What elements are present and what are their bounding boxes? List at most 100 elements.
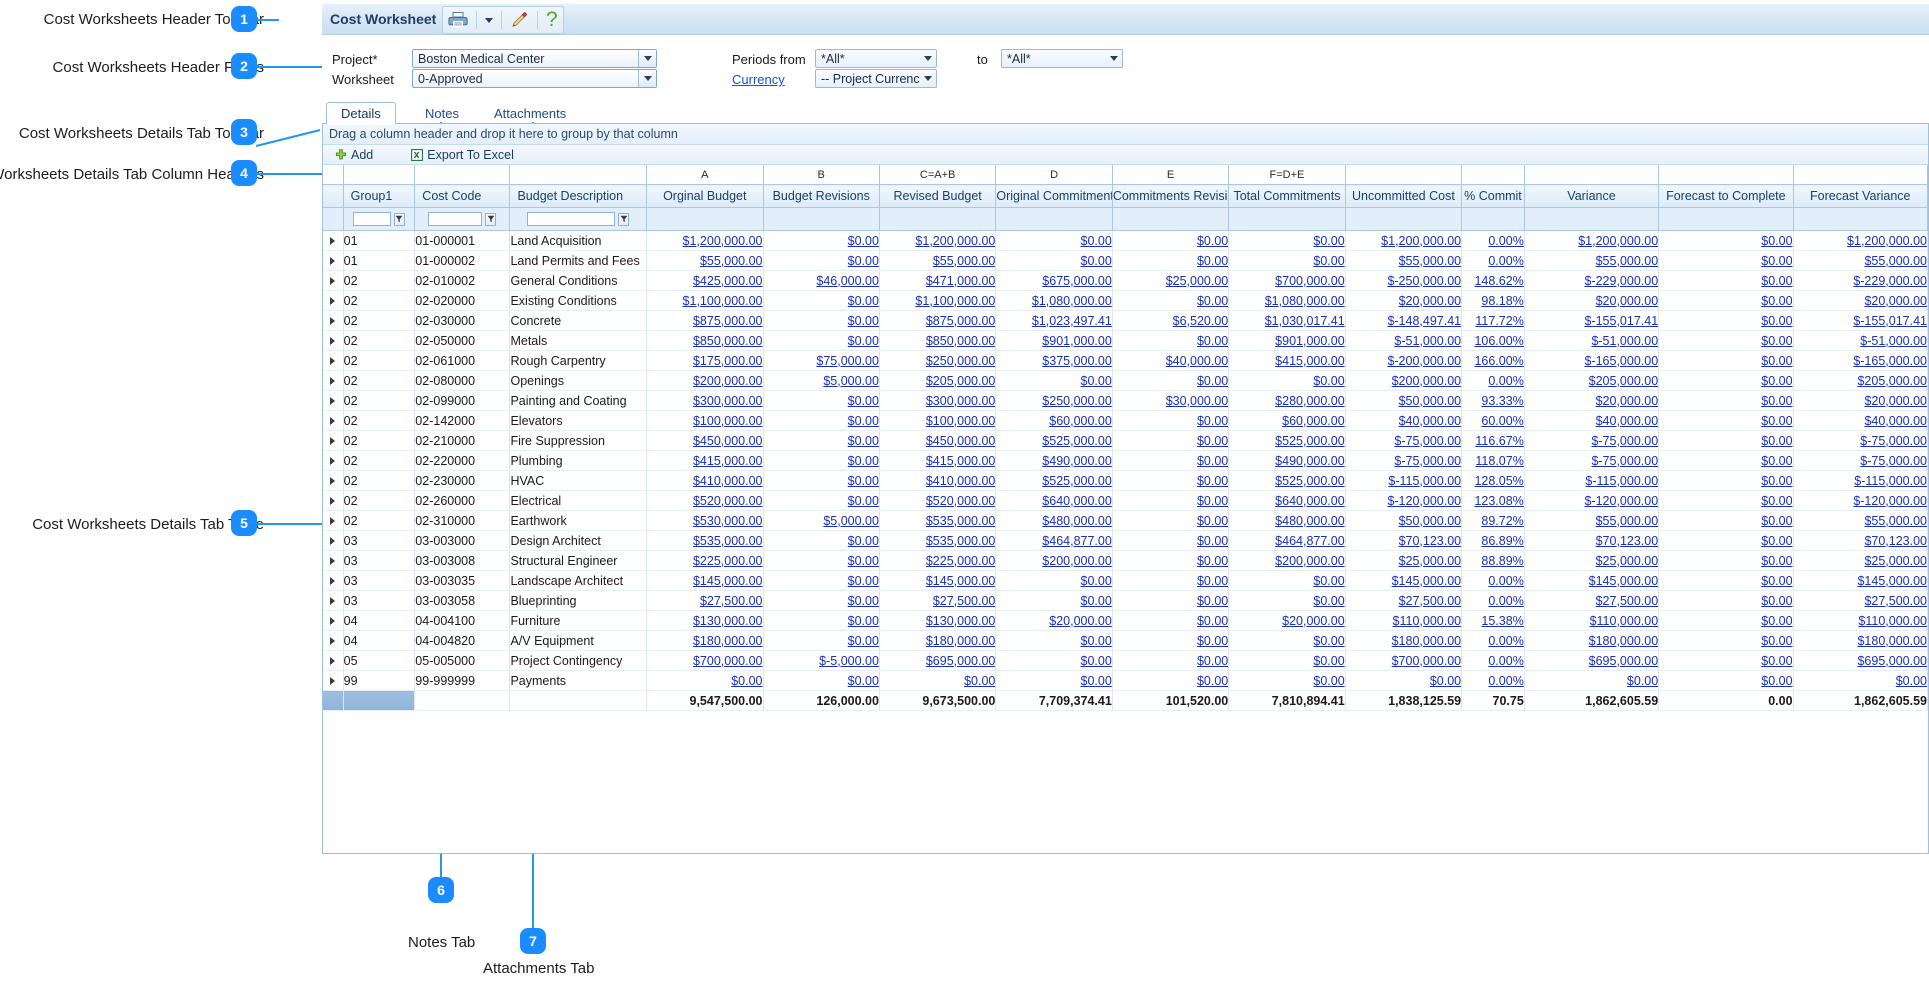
amount-link[interactable]: $-75,000.00 <box>1394 434 1460 448</box>
cell-amount-link[interactable]: $1,080,000.00 <box>1228 290 1346 311</box>
amount-link[interactable]: $205,000.00 <box>1589 374 1658 388</box>
cell-amount-link[interactable]: $0.00 <box>763 290 880 311</box>
cell-amount-link[interactable]: $1,200,000.00 <box>1345 230 1463 251</box>
column-header-budget-description[interactable]: Budget Description <box>509 184 648 208</box>
cell-amount-link[interactable]: $0.00 <box>763 330 880 351</box>
cell-amount-link[interactable]: $0.00 <box>763 230 880 251</box>
cell-amount-link[interactable]: $0.00 <box>1112 650 1230 671</box>
amount-link[interactable]: $0.00 <box>848 294 879 308</box>
amount-link[interactable]: $25,000.00 <box>1166 274 1228 288</box>
amount-link[interactable]: $0.00 <box>1081 234 1112 248</box>
amount-link[interactable]: $130,000.00 <box>926 614 995 628</box>
row-expand-button[interactable] <box>323 530 344 551</box>
filter-funnel-icon[interactable] <box>618 212 630 226</box>
amount-link[interactable]: $525,000.00 <box>1275 434 1344 448</box>
amount-link[interactable]: $1,023,497.41 <box>1032 314 1111 328</box>
amount-link[interactable]: $0.00 <box>848 454 879 468</box>
amount-link[interactable]: $0.00 <box>1081 374 1112 388</box>
amount-link[interactable]: $0.00 <box>731 674 762 688</box>
amount-link[interactable]: $1,100,000.00 <box>683 294 762 308</box>
row-expand-button[interactable] <box>323 430 344 451</box>
cell-amount-link[interactable]: $0.00 <box>1658 510 1794 531</box>
cell-amount-link[interactable]: $0.00 <box>1112 290 1230 311</box>
amount-link[interactable]: $0.00 <box>1197 374 1228 388</box>
project-select[interactable]: Boston Medical Center <box>412 49 657 68</box>
cell-amount-link[interactable]: $145,000.00 <box>1524 570 1660 591</box>
amount-link[interactable]: $-229,000.00 <box>1853 274 1926 288</box>
column-header-forecast-to-complete[interactable]: Forecast to Complete <box>1658 184 1794 208</box>
amount-link[interactable]: $490,000.00 <box>1275 454 1344 468</box>
cell-amount-link[interactable]: $110,000.00 <box>1345 610 1463 631</box>
amount-link[interactable]: 116.67% <box>1475 434 1523 448</box>
amount-link[interactable]: $0.00 <box>848 394 879 408</box>
amount-link[interactable]: $-200,000.00 <box>1387 354 1460 368</box>
amount-link[interactable]: $0.00 <box>1313 234 1344 248</box>
amount-link[interactable]: $0.00 <box>1313 254 1344 268</box>
cell-amount-link[interactable]: $0.00 <box>763 310 880 331</box>
amount-link[interactable]: $-51,000.00 <box>1591 334 1657 348</box>
row-expand-button[interactable] <box>323 490 344 511</box>
amount-link[interactable]: $0.00 <box>1081 254 1112 268</box>
cell-amount-link[interactable]: $415,000.00 <box>879 450 997 471</box>
cell-amount-link[interactable]: 89.72% <box>1461 510 1525 531</box>
cell-amount-link[interactable]: $0.00 <box>1112 530 1230 551</box>
cell-amount-link[interactable]: $0.00 <box>1345 670 1463 691</box>
amount-link[interactable]: $901,000.00 <box>1042 334 1111 348</box>
amount-link[interactable]: $110,000.00 <box>1858 614 1926 628</box>
cell-amount-link[interactable]: $0.00 <box>1112 430 1230 451</box>
cell-amount-link[interactable]: $0.00 <box>1228 670 1346 691</box>
table-row[interactable]: 02 02-080000 Openings $200,000.00 $5,000.00 $… <box>323 370 1929 391</box>
cell-amount-link[interactable]: $525,000.00 <box>1228 470 1346 491</box>
cell-amount-link[interactable]: $0.00 <box>995 630 1113 651</box>
amount-link[interactable]: $0.00 <box>1761 374 1792 388</box>
cell-amount-link[interactable]: $27,500.00 <box>1524 590 1660 611</box>
cell-amount-link[interactable]: $0.00 <box>879 670 997 691</box>
cell-amount-link[interactable]: $110,000.00 <box>1793 610 1929 631</box>
amount-link[interactable]: $50,000.00 <box>1399 514 1461 528</box>
cell-amount-link[interactable]: $0.00 <box>1658 450 1794 471</box>
amount-link[interactable]: $901,000.00 <box>1275 334 1344 348</box>
group-by-dropzone[interactable]: Drag a column header and drop it here to… <box>323 124 1928 145</box>
amount-link[interactable]: $-115,000.00 <box>1388 474 1460 488</box>
column-header-expand[interactable] <box>323 184 344 208</box>
amount-link[interactable]: 88.89% <box>1481 554 1523 568</box>
amount-link[interactable]: $0.00 <box>1761 274 1792 288</box>
amount-link[interactable]: $40,000.00 <box>1399 414 1461 428</box>
cell-amount-link[interactable]: $490,000.00 <box>995 450 1113 471</box>
amount-link[interactable]: $145,000.00 <box>1392 574 1461 588</box>
cell-amount-link[interactable]: $200,000.00 <box>1228 550 1346 571</box>
cell-amount-link[interactable]: $145,000.00 <box>879 570 997 591</box>
cell-amount-link[interactable]: 0.00% <box>1461 230 1525 251</box>
cell-amount-link[interactable]: $27,500.00 <box>646 590 764 611</box>
amount-link[interactable]: $-51,000.00 <box>1860 334 1926 348</box>
amount-link[interactable]: $1,200,000.00 <box>1578 234 1657 248</box>
amount-link[interactable]: $-165,000.00 <box>1853 354 1926 368</box>
amount-link[interactable]: $0.00 <box>1081 574 1112 588</box>
cell-amount-link[interactable]: $0.00 <box>763 590 880 611</box>
cell-amount-link[interactable]: $850,000.00 <box>646 330 764 351</box>
cell-amount-link[interactable]: $0.00 <box>763 410 880 431</box>
amount-link[interactable]: $300,000.00 <box>926 394 995 408</box>
cell-amount-link[interactable]: $70,123.00 <box>1793 530 1929 551</box>
cell-amount-link[interactable]: 0.00% <box>1461 370 1525 391</box>
amount-link[interactable]: $525,000.00 <box>1042 474 1111 488</box>
cell-amount-link[interactable]: 166.00% <box>1461 350 1525 371</box>
cell-amount-link[interactable]: $145,000.00 <box>1793 570 1929 591</box>
amount-link[interactable]: $0.00 <box>1430 674 1461 688</box>
amount-link[interactable]: $535,000.00 <box>926 534 995 548</box>
cell-amount-link[interactable]: $-75,000.00 <box>1524 430 1660 451</box>
cell-amount-link[interactable]: $-75,000.00 <box>1793 450 1929 471</box>
cell-amount-link[interactable]: $-155,017.41 <box>1524 310 1660 331</box>
cell-amount-link[interactable]: $300,000.00 <box>879 390 997 411</box>
amount-link[interactable]: $30,000.00 <box>1166 394 1228 408</box>
column-header-commitments-revision[interactable]: Commitments Revision <box>1112 184 1230 208</box>
amount-link[interactable]: $180,000.00 <box>926 634 995 648</box>
cell-amount-link[interactable]: $50,000.00 <box>1345 390 1463 411</box>
cell-amount-link[interactable]: $75,000.00 <box>763 350 880 371</box>
amount-link[interactable]: $55,000.00 <box>1399 254 1461 268</box>
amount-link[interactable]: $20,000.00 <box>1282 614 1344 628</box>
table-row[interactable]: 04 04-004820 A/V Equipment $180,000.00 $0.00… <box>323 630 1929 651</box>
amount-link[interactable]: $0.00 <box>1761 414 1792 428</box>
cell-amount-link[interactable]: $525,000.00 <box>995 430 1113 451</box>
table-row[interactable]: 02 02-061000 Rough Carpentry $175,000.00 $75… <box>323 350 1929 371</box>
